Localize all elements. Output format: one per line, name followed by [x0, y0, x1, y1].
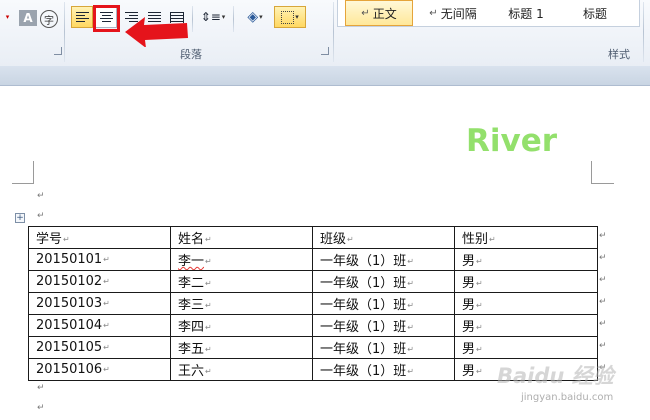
end-of-row-mark: ↵ — [599, 253, 607, 263]
table-row: 20150103↵ 李三↵ 一年级（1）班↵ 男↵ — [28, 292, 598, 315]
group-separator — [64, 2, 65, 62]
end-of-row-mark: ↵ — [599, 231, 607, 241]
table-cell[interactable]: 一年级（1）班↵ — [312, 270, 455, 293]
end-of-row-mark: ↵ — [599, 319, 607, 329]
style-no-spacing[interactable]: ↵ 无间隔 — [418, 0, 488, 26]
table-header-row: 学号↵ 姓名↵ 班级↵ 性别↵ — [28, 226, 598, 249]
paragraph-dialog-launcher-icon[interactable] — [321, 47, 329, 55]
style-normal[interactable]: ↵ 正文 — [345, 0, 413, 26]
table-cell[interactable]: 20150103↵ — [28, 292, 171, 315]
table-cell[interactable]: 20150104↵ — [28, 314, 171, 337]
table-cell[interactable]: 20150105↵ — [28, 336, 171, 359]
line-spacing-button[interactable]: ⇕≡ ▾ — [198, 6, 228, 28]
table-cell[interactable]: 20150102↵ — [28, 270, 171, 293]
table-row: 20150105↵ 李五↵ 一年级（1）班↵ 男↵ — [28, 336, 598, 359]
table-row: 20150104↵ 李四↵ 一年级（1）班↵ 男↵ — [28, 314, 598, 337]
table-cell[interactable]: 李四↵ — [170, 314, 313, 337]
table-cell[interactable]: 李一↵ — [170, 248, 313, 271]
shading-button[interactable]: ◈ ▾ — [241, 6, 269, 28]
table-cell[interactable]: 20150106↵ — [28, 358, 171, 381]
end-of-row-mark: ↵ — [599, 341, 607, 351]
table-cell[interactable]: 一年级（1）班↵ — [312, 292, 455, 315]
line-spacing-icon: ⇕≡ — [200, 10, 221, 24]
crop-mark-top-right — [591, 161, 614, 184]
font-dialog-launcher-icon[interactable] — [54, 47, 62, 55]
styles-gallery: ↵ 正文 ↵ 无间隔 标题 1 标题 — [337, 0, 640, 27]
table-cell[interactable]: 李五↵ — [170, 336, 313, 359]
table-cell[interactable]: 男↵ — [454, 336, 598, 359]
button-separator — [233, 6, 234, 32]
table-cell[interactable]: 20150101↵ — [28, 248, 171, 271]
style-title[interactable]: 标题 — [564, 0, 626, 26]
ribbon: ▾ A 字 ⇕≡ ▾ ◈ ▾ ▾ 段落 ↵ 正文 ↵ 无间隔 标题 1 标题 样… — [0, 0, 650, 67]
ribbon-bottom-strip — [0, 66, 650, 86]
borders-icon — [281, 10, 295, 24]
table-cell[interactable]: 学号↵ — [28, 226, 171, 249]
crop-mark-top-left — [12, 161, 34, 184]
paragraph-mark: ↵ — [37, 191, 45, 201]
table-cell[interactable]: 李三↵ — [170, 292, 313, 315]
table-cell[interactable]: 一年级（1）班↵ — [312, 314, 455, 337]
paint-bucket-icon: ◈ — [247, 9, 259, 25]
table-row: 20150101↵ 李一↵ 一年级（1）班↵ 男↵ — [28, 248, 598, 271]
table-move-handle-icon[interactable]: + — [15, 213, 25, 223]
table-cell[interactable]: 班级↵ — [312, 226, 455, 249]
table-cell[interactable]: 一年级（1）班↵ — [312, 358, 455, 381]
paragraph-group-label: 段落 — [180, 48, 202, 61]
page-watermark-text: River — [466, 123, 558, 159]
character-shading-button[interactable]: A — [19, 10, 37, 26]
pointer-arrow-icon — [125, 17, 188, 47]
end-of-row-mark: ↵ — [599, 297, 607, 307]
align-left-button[interactable] — [71, 6, 93, 28]
group-separator — [643, 2, 644, 62]
table-cell[interactable]: 男↵ — [454, 248, 598, 271]
paragraph-mark: ↵ — [37, 403, 45, 413]
table-cell[interactable]: 一年级（1）班↵ — [312, 248, 455, 271]
button-separator — [192, 6, 193, 32]
highlight-box — [93, 5, 120, 32]
table-cell[interactable]: 男↵ — [454, 270, 598, 293]
font-color-dropdown-icon[interactable]: ▾ — [0, 6, 18, 28]
site-watermark-logo: Baidu 经验 — [497, 364, 614, 388]
table-cell[interactable]: 一年级（1）班↵ — [312, 336, 455, 359]
paragraph-mark: ↵ — [37, 211, 45, 221]
site-watermark-url: jingyan.baidu.com — [521, 392, 614, 403]
table-cell[interactable]: 王六↵ — [170, 358, 313, 381]
table-cell[interactable]: 姓名↵ — [170, 226, 313, 249]
group-separator — [333, 2, 334, 62]
student-table: 学号↵ 姓名↵ 班级↵ 性别↵ 20150101↵ 李一↵ 一年级（1）班↵ 男… — [28, 226, 598, 381]
enclose-characters-button[interactable]: 字 — [40, 10, 58, 28]
table-row: 20150102↵ 李二↵ 一年级（1）班↵ 男↵ — [28, 270, 598, 293]
table-cell[interactable]: 李二↵ — [170, 270, 313, 293]
style-heading-1[interactable]: 标题 1 — [494, 0, 558, 26]
table-cell[interactable]: 男↵ — [454, 314, 598, 337]
table-cell[interactable]: 男↵ — [454, 292, 598, 315]
styles-group-label: 样式 — [608, 48, 630, 61]
borders-button[interactable]: ▾ — [274, 6, 306, 28]
paragraph-mark: ↵ — [37, 383, 45, 393]
end-of-row-mark: ↵ — [599, 275, 607, 285]
table-cell[interactable]: 性别↵ — [454, 226, 598, 249]
align-left-icon — [75, 11, 89, 23]
